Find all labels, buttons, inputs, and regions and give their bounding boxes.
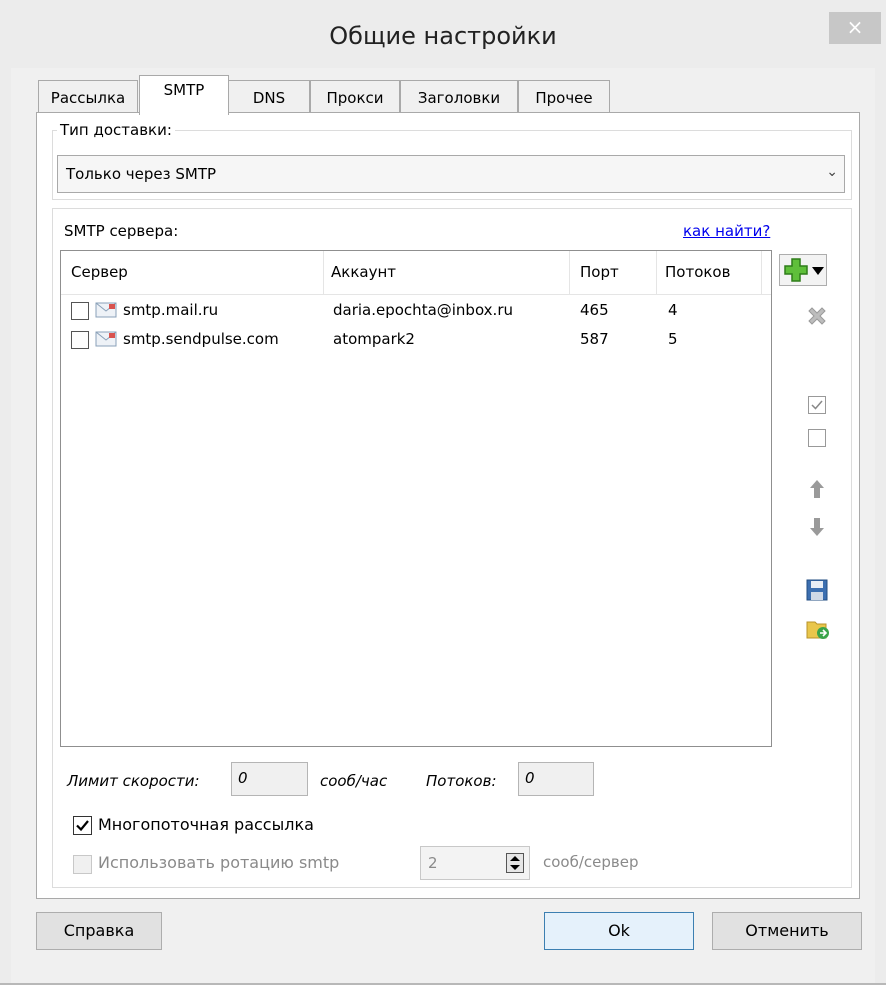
how-to-find-link[interactable]: как найти? <box>683 222 770 240</box>
check-all-icon[interactable] <box>808 396 826 414</box>
save-icon[interactable] <box>806 579 828 601</box>
window-title: Общие настройки <box>329 22 557 50</box>
column-port[interactable]: Порт <box>580 263 619 281</box>
settings-dialog: Общие настройки × Рассылка DNS Прокси За… <box>0 0 886 985</box>
chevron-down-icon: ⌄ <box>826 164 838 180</box>
delivery-type-value: Только через SMTP <box>66 165 217 183</box>
tab-label: Прочее <box>535 89 593 107</box>
threads-cell: 5 <box>668 330 678 348</box>
account-cell: atompark2 <box>333 330 415 348</box>
delivery-type-label: Тип доставки: <box>57 121 175 139</box>
tab-mailing[interactable]: Рассылка <box>38 80 138 112</box>
row-checkbox[interactable] <box>71 302 89 320</box>
ok-button[interactable]: Ok <box>544 912 694 950</box>
envelope-icon <box>95 331 117 347</box>
tab-label: Заголовки <box>417 89 501 107</box>
multithread-label[interactable]: Многопоточная рассылка <box>98 815 314 834</box>
tab-dns[interactable]: DNS <box>228 80 310 112</box>
close-icon: × <box>846 15 864 39</box>
tab-headers[interactable]: Заголовки <box>400 80 518 112</box>
threads-cell: 4 <box>668 301 678 319</box>
tab-other[interactable]: Прочее <box>518 80 610 112</box>
spinner-arrows-icon[interactable] <box>506 853 524 873</box>
dropdown-arrow-icon[interactable] <box>812 267 824 275</box>
multithread-checkbox[interactable] <box>73 816 92 835</box>
cancel-button[interactable]: Отменить <box>712 912 862 950</box>
account-cell: daria.epochta@inbox.ru <box>333 301 513 319</box>
column-divider <box>656 251 657 295</box>
envelope-icon <box>95 302 117 318</box>
rotation-checkbox[interactable] <box>73 855 92 874</box>
row-checkbox[interactable] <box>71 331 89 349</box>
tab-label: SMTP <box>163 81 205 99</box>
tab-label: Рассылка <box>50 89 126 107</box>
help-button[interactable]: Справка <box>36 912 162 950</box>
column-account[interactable]: Аккаунт <box>331 263 396 281</box>
column-divider <box>761 251 762 295</box>
tab-label: DNS <box>252 89 286 107</box>
threads-label: Потоков: <box>426 772 497 790</box>
add-icon <box>784 258 808 282</box>
tab-proxy[interactable]: Прокси <box>310 80 400 112</box>
tab-smtp[interactable]: SMTP <box>139 75 229 115</box>
move-up-icon[interactable] <box>810 480 824 498</box>
rotation-value: 2 <box>428 854 438 872</box>
smtp-server-list[interactable]: Сервер Аккаунт Порт Потоков smtp.mail.ru… <box>60 250 772 747</box>
add-server-button[interactable] <box>779 254 827 286</box>
port-cell: 587 <box>580 330 609 348</box>
speed-unit-label: сооб/час <box>320 772 388 790</box>
table-row[interactable]: smtp.sendpulse.com atompark2 587 5 <box>61 328 771 356</box>
column-threads[interactable]: Потоков <box>665 263 730 281</box>
server-cell: smtp.mail.ru <box>123 301 219 319</box>
speed-limit-label: Лимит скорости: <box>67 772 200 790</box>
speed-limit-input[interactable]: 0 <box>231 762 308 796</box>
tab-label: Прокси <box>326 89 384 107</box>
delivery-type-select[interactable]: Только через SMTP ⌄ <box>57 155 845 193</box>
port-cell: 465 <box>580 301 609 319</box>
smtp-servers-label: SMTP сервера: <box>64 222 179 240</box>
rotation-unit-label: сооб/сервер <box>543 853 639 871</box>
load-icon[interactable] <box>806 618 830 640</box>
column-server[interactable]: Сервер <box>71 263 128 281</box>
uncheck-all-icon[interactable] <box>808 429 826 447</box>
move-down-icon[interactable] <box>810 518 824 536</box>
table-row[interactable]: smtp.mail.ru daria.epochta@inbox.ru 465 … <box>61 299 771 327</box>
server-cell: smtp.sendpulse.com <box>123 330 279 348</box>
rotation-spinner[interactable]: 2 <box>420 846 530 880</box>
delete-icon[interactable] <box>805 304 829 328</box>
threads-input[interactable]: 0 <box>518 762 594 796</box>
close-button[interactable]: × <box>829 12 881 44</box>
rotation-label[interactable]: Использовать ротацию smtp <box>98 853 339 872</box>
checkmark-icon <box>76 820 89 832</box>
list-header: Сервер Аккаунт Порт Потоков <box>61 251 771 295</box>
column-divider <box>323 251 324 295</box>
column-divider <box>569 251 570 295</box>
